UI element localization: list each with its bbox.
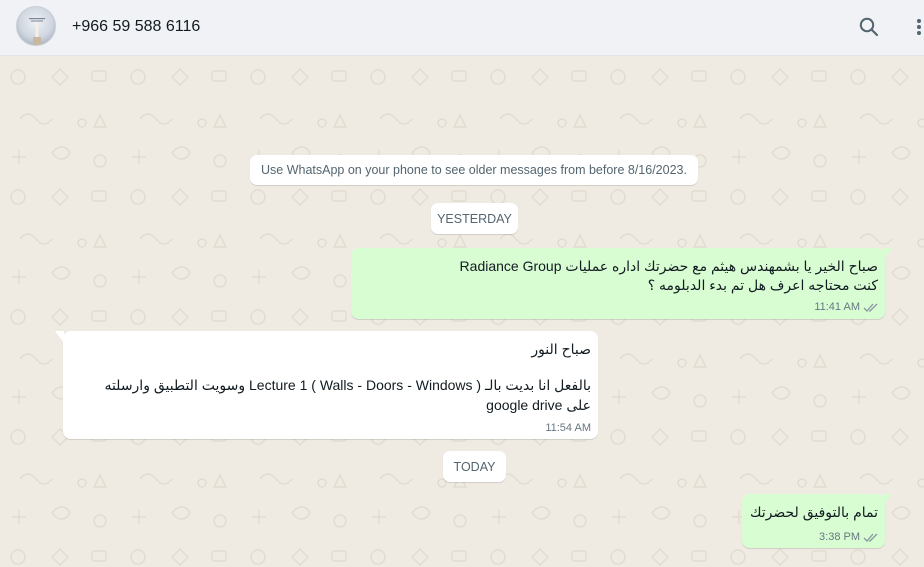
bubble-tail — [883, 494, 892, 506]
bubble-tail — [55, 331, 64, 343]
message-list[interactable]: Use WhatsApp on your phone to see older … — [0, 57, 924, 567]
contact-name[interactable]: +966 59 588 6116 — [72, 18, 200, 36]
message-text-line: تمام بالتوفيق لحضرتك — [749, 504, 878, 520]
message-time: 3:38 PM — [819, 531, 860, 543]
message-text-line: صباح النور — [531, 341, 591, 357]
contact-avatar[interactable] — [16, 6, 56, 46]
message-text-line: كنت محتاجه اعرف هل تم بدء الدبلومه ؟ — [647, 277, 878, 293]
outgoing-message[interactable]: تمام بالتوفيق لحضرتك 3:38 PM — [742, 494, 892, 548]
bubble-tail — [883, 248, 892, 260]
date-separator-yesterday: YESTERDAY — [431, 203, 518, 234]
read-receipt-icon — [863, 533, 878, 542]
message-text-line: صباح الخير يا بشمهندس هيثم مع حضرتك ادار… — [459, 258, 878, 274]
message-meta: 3:38 PM — [819, 531, 879, 543]
date-separator-today: TODAY — [443, 451, 506, 482]
message-time: 11:41 AM — [814, 301, 860, 313]
search-icon[interactable] — [857, 15, 881, 39]
message-meta: 11:54 AM — [545, 422, 591, 434]
message-time: 11:54 AM — [545, 422, 591, 434]
message-text-line: على google drive — [486, 397, 591, 413]
message-meta: 11:41 AM — [814, 301, 879, 313]
read-receipt-icon — [863, 303, 878, 312]
message-text-line: بالفعل انا بديت بالـ ( Lecture 1 ( Walls… — [104, 377, 591, 393]
encryption-history-notice: Use WhatsApp on your phone to see older … — [250, 155, 698, 185]
profile-photo — [29, 18, 45, 45]
outgoing-message[interactable]: صباح الخير يا بشمهندس هيثم مع حضرتك ادار… — [351, 248, 892, 319]
incoming-message[interactable]: صباح النور بالفعل انا بديت بالـ ( Lectur… — [55, 331, 598, 439]
chat-header: +966 59 588 6116 — [0, 0, 924, 56]
more-vertical-icon[interactable] — [909, 15, 924, 39]
